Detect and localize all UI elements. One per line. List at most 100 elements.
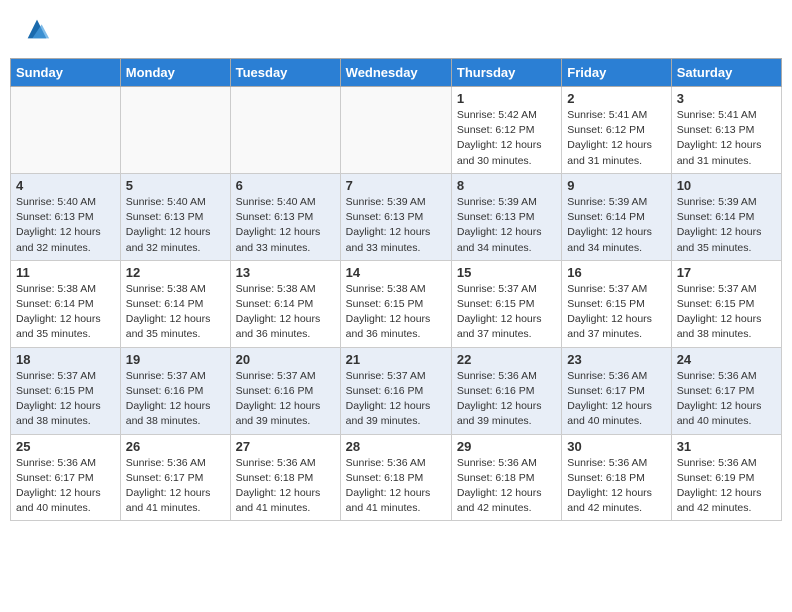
- day-info: Sunrise: 5:40 AMSunset: 6:13 PMDaylight:…: [126, 195, 225, 256]
- day-info: Sunrise: 5:36 AMSunset: 6:17 PMDaylight:…: [126, 456, 225, 517]
- col-header-thursday: Thursday: [451, 59, 561, 87]
- calendar-week-row: 1 Sunrise: 5:42 AMSunset: 6:12 PMDaylight…: [11, 87, 782, 174]
- day-info: Sunrise: 5:37 AMSunset: 6:15 PMDaylight:…: [677, 282, 776, 343]
- day-number: 17: [677, 265, 776, 280]
- day-info: Sunrise: 5:39 AMSunset: 6:13 PMDaylight:…: [346, 195, 446, 256]
- day-info: Sunrise: 5:38 AMSunset: 6:15 PMDaylight:…: [346, 282, 446, 343]
- day-info: Sunrise: 5:37 AMSunset: 6:15 PMDaylight:…: [457, 282, 556, 343]
- day-info: Sunrise: 5:39 AMSunset: 6:13 PMDaylight:…: [457, 195, 556, 256]
- calendar-cell: 22Sunrise: 5:36 AMSunset: 6:16 PMDayligh…: [451, 347, 561, 434]
- calendar-cell: 6 Sunrise: 5:40 AMSunset: 6:13 PMDaylight…: [230, 173, 340, 260]
- day-number: 24: [677, 352, 776, 367]
- day-number: 3: [677, 91, 776, 106]
- day-info: Sunrise: 5:36 AMSunset: 6:18 PMDaylight:…: [567, 456, 665, 517]
- day-number: 1: [457, 91, 556, 106]
- calendar-cell: 19 Sunrise: 5:37 AMSunset: 6:16 PMDayligh…: [120, 347, 230, 434]
- day-info: Sunrise: 5:36 AMSunset: 6:18 PMDaylight:…: [236, 456, 335, 517]
- day-info: Sunrise: 5:36 AMSunset: 6:17 PMDaylight:…: [567, 369, 665, 430]
- col-header-tuesday: Tuesday: [230, 59, 340, 87]
- day-number: 9: [567, 178, 665, 193]
- day-number: 10: [677, 178, 776, 193]
- day-number: 21: [346, 352, 446, 367]
- calendar-cell: 11 Sunrise: 5:38 AMSunset: 6:14 PMDayligh…: [11, 260, 121, 347]
- day-info: Sunrise: 5:36 AMSunset: 6:18 PMDaylight:…: [457, 456, 556, 517]
- calendar-cell: 7Sunrise: 5:39 AMSunset: 6:13 PMDaylight…: [340, 173, 451, 260]
- day-info: Sunrise: 5:36 AMSunset: 6:19 PMDaylight:…: [677, 456, 776, 517]
- calendar-cell: 25 Sunrise: 5:36 AMSunset: 6:17 PMDayligh…: [11, 434, 121, 521]
- calendar-cell: [340, 87, 451, 174]
- day-number: 12: [126, 265, 225, 280]
- calendar-cell: 29 Sunrise: 5:36 AMSunset: 6:18 PMDayligh…: [451, 434, 561, 521]
- day-info: Sunrise: 5:40 AMSunset: 6:13 PMDaylight:…: [16, 195, 115, 256]
- day-number: 4: [16, 178, 115, 193]
- day-info: Sunrise: 5:37 AMSunset: 6:16 PMDaylight:…: [236, 369, 335, 430]
- calendar-week-row: 25 Sunrise: 5:36 AMSunset: 6:17 PMDayligh…: [11, 434, 782, 521]
- day-info: Sunrise: 5:38 AMSunset: 6:14 PMDaylight:…: [16, 282, 115, 343]
- calendar-cell: 23 Sunrise: 5:36 AMSunset: 6:17 PMDayligh…: [562, 347, 671, 434]
- day-info: Sunrise: 5:37 AMSunset: 6:15 PMDaylight:…: [16, 369, 115, 430]
- day-number: 11: [16, 265, 115, 280]
- day-number: 14: [346, 265, 446, 280]
- calendar-cell: 10 Sunrise: 5:39 AMSunset: 6:14 PMDayligh…: [671, 173, 781, 260]
- day-number: 16: [567, 265, 665, 280]
- calendar-cell: 30 Sunrise: 5:36 AMSunset: 6:18 PMDayligh…: [562, 434, 671, 521]
- day-number: 25: [16, 439, 115, 454]
- calendar-week-row: 4 Sunrise: 5:40 AMSunset: 6:13 PMDaylight…: [11, 173, 782, 260]
- calendar-cell: 17 Sunrise: 5:37 AMSunset: 6:15 PMDayligh…: [671, 260, 781, 347]
- day-number: 30: [567, 439, 665, 454]
- day-number: 23: [567, 352, 665, 367]
- day-info: Sunrise: 5:38 AMSunset: 6:14 PMDaylight:…: [126, 282, 225, 343]
- calendar-cell: [120, 87, 230, 174]
- day-number: 5: [126, 178, 225, 193]
- calendar-cell: 9Sunrise: 5:39 AMSunset: 6:14 PMDaylight…: [562, 173, 671, 260]
- calendar-cell: 18 Sunrise: 5:37 AMSunset: 6:15 PMDayligh…: [11, 347, 121, 434]
- calendar-cell: 5 Sunrise: 5:40 AMSunset: 6:13 PMDaylight…: [120, 173, 230, 260]
- day-number: 20: [236, 352, 335, 367]
- calendar-cell: [11, 87, 121, 174]
- calendar-cell: 14 Sunrise: 5:38 AMSunset: 6:15 PMDayligh…: [340, 260, 451, 347]
- day-number: 2: [567, 91, 665, 106]
- day-number: 6: [236, 178, 335, 193]
- day-info: Sunrise: 5:36 AMSunset: 6:18 PMDaylight:…: [346, 456, 446, 517]
- day-info: Sunrise: 5:42 AMSunset: 6:12 PMDaylight:…: [457, 108, 556, 169]
- day-info: Sunrise: 5:37 AMSunset: 6:15 PMDaylight:…: [567, 282, 665, 343]
- page-header: [10, 10, 782, 48]
- day-info: Sunrise: 5:41 AMSunset: 6:12 PMDaylight:…: [567, 108, 665, 169]
- calendar-cell: 31 Sunrise: 5:36 AMSunset: 6:19 PMDayligh…: [671, 434, 781, 521]
- day-number: 29: [457, 439, 556, 454]
- day-number: 19: [126, 352, 225, 367]
- calendar-week-row: 18 Sunrise: 5:37 AMSunset: 6:15 PMDayligh…: [11, 347, 782, 434]
- day-number: 8: [457, 178, 556, 193]
- calendar-cell: 2 Sunrise: 5:41 AMSunset: 6:12 PMDaylight…: [562, 87, 671, 174]
- calendar-cell: 12 Sunrise: 5:38 AMSunset: 6:14 PMDayligh…: [120, 260, 230, 347]
- calendar-cell: 1 Sunrise: 5:42 AMSunset: 6:12 PMDaylight…: [451, 87, 561, 174]
- day-info: Sunrise: 5:38 AMSunset: 6:14 PMDaylight:…: [236, 282, 335, 343]
- col-header-friday: Friday: [562, 59, 671, 87]
- calendar-cell: 28Sunrise: 5:36 AMSunset: 6:18 PMDayligh…: [340, 434, 451, 521]
- day-number: 31: [677, 439, 776, 454]
- day-info: Sunrise: 5:36 AMSunset: 6:16 PMDaylight:…: [457, 369, 556, 430]
- day-info: Sunrise: 5:36 AMSunset: 6:17 PMDaylight:…: [677, 369, 776, 430]
- calendar-cell: 21 Sunrise: 5:37 AMSunset: 6:16 PMDayligh…: [340, 347, 451, 434]
- calendar-cell: 26Sunrise: 5:36 AMSunset: 6:17 PMDayligh…: [120, 434, 230, 521]
- col-header-saturday: Saturday: [671, 59, 781, 87]
- calendar-cell: 15Sunrise: 5:37 AMSunset: 6:15 PMDayligh…: [451, 260, 561, 347]
- day-info: Sunrise: 5:37 AMSunset: 6:16 PMDaylight:…: [126, 369, 225, 430]
- day-info: Sunrise: 5:41 AMSunset: 6:13 PMDaylight:…: [677, 108, 776, 169]
- day-info: Sunrise: 5:39 AMSunset: 6:14 PMDaylight:…: [677, 195, 776, 256]
- calendar-cell: [230, 87, 340, 174]
- calendar-cell: 8 Sunrise: 5:39 AMSunset: 6:13 PMDaylight…: [451, 173, 561, 260]
- day-number: 27: [236, 439, 335, 454]
- day-info: Sunrise: 5:36 AMSunset: 6:17 PMDaylight:…: [16, 456, 115, 517]
- col-header-sunday: Sunday: [11, 59, 121, 87]
- calendar-table: SundayMondayTuesdayWednesdayThursdayFrid…: [10, 58, 782, 521]
- calendar-week-row: 11 Sunrise: 5:38 AMSunset: 6:14 PMDayligh…: [11, 260, 782, 347]
- calendar-cell: 20 Sunrise: 5:37 AMSunset: 6:16 PMDayligh…: [230, 347, 340, 434]
- calendar-header-row: SundayMondayTuesdayWednesdayThursdayFrid…: [11, 59, 782, 87]
- col-header-monday: Monday: [120, 59, 230, 87]
- day-info: Sunrise: 5:37 AMSunset: 6:16 PMDaylight:…: [346, 369, 446, 430]
- day-info: Sunrise: 5:40 AMSunset: 6:13 PMDaylight:…: [236, 195, 335, 256]
- calendar-cell: 4 Sunrise: 5:40 AMSunset: 6:13 PMDaylight…: [11, 173, 121, 260]
- day-number: 18: [16, 352, 115, 367]
- logo: [20, 15, 51, 43]
